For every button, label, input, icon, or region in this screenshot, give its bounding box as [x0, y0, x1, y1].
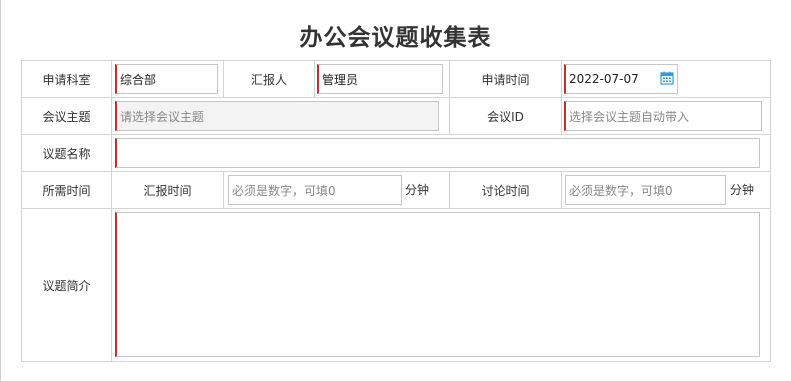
- reporter-field[interactable]: 管理员: [317, 64, 443, 94]
- discuss-time-label: 讨论时间: [481, 183, 530, 198]
- meeting-topic-placeholder: 请选择会议主题: [120, 109, 205, 124]
- agenda-intro-textarea[interactable]: [115, 212, 760, 357]
- calendar-icon[interactable]: [660, 71, 674, 85]
- meeting-id-field[interactable]: 选择会议主题自动带入: [564, 101, 762, 131]
- agenda-name-field[interactable]: [115, 138, 760, 168]
- apply-time-value: 2022-07-07: [569, 72, 639, 86]
- report-time-field[interactable]: 必须是数字，可填0: [228, 175, 402, 205]
- department-label: 申请科室: [42, 72, 91, 87]
- agenda-name-label: 议题名称: [42, 146, 91, 161]
- agenda-intro-label: 议题简介: [42, 278, 91, 293]
- time-needed-label: 所需时间: [42, 183, 91, 198]
- report-time-placeholder: 必须是数字，可填0: [232, 183, 336, 198]
- discuss-time-placeholder: 必须是数字，可填0: [569, 183, 673, 198]
- meeting-topic-select[interactable]: 请选择会议主题: [115, 101, 439, 131]
- department-field[interactable]: 综合部: [115, 64, 218, 94]
- reporter-label: 汇报人: [250, 72, 287, 87]
- report-time-label: 汇报时间: [143, 183, 192, 198]
- report-time-unit: 分钟: [405, 183, 430, 197]
- meeting-id-placeholder: 选择会议主题自动带入: [569, 109, 690, 124]
- meeting-topic-label: 会议主题: [42, 109, 91, 124]
- meeting-id-label: 会议ID: [487, 109, 524, 124]
- discuss-time-unit: 分钟: [730, 183, 755, 197]
- discuss-time-field[interactable]: 必须是数字，可填0: [565, 175, 726, 205]
- apply-time-label: 申请时间: [481, 72, 530, 87]
